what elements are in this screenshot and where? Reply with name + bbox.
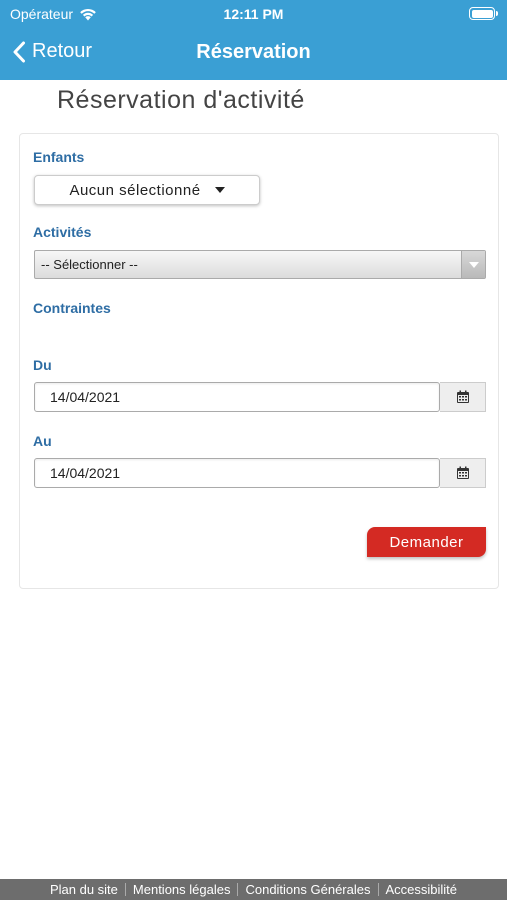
footer-link-legal-notice[interactable]: Mentions légales [126, 882, 238, 897]
battery-icon [469, 7, 498, 20]
children-multiselect[interactable]: Aucun sélectionné [34, 175, 260, 205]
app-screen: Opérateur 12:11 PM Retour Réservation Ré… [0, 0, 507, 900]
footer-links: Plan du site Mentions légales Conditions… [0, 879, 507, 900]
caret-down-icon [468, 261, 479, 268]
footer-link-terms[interactable]: Conditions Générales [238, 882, 377, 897]
activities-label: Activités [33, 224, 92, 240]
header-bar: Opérateur 12:11 PM Retour Réservation [0, 0, 507, 80]
constraints-label: Contraintes [33, 300, 111, 316]
page-title: Réservation d'activité [57, 86, 305, 114]
nav-title: Réservation [196, 41, 311, 63]
children-label: Enfants [33, 149, 85, 165]
activities-selected-value: -- Sélectionner -- [41, 257, 138, 272]
calendar-icon [456, 390, 469, 403]
to-date-label: Au [33, 433, 52, 449]
status-bar: Opérateur 12:11 PM [0, 0, 507, 28]
submit-request-button[interactable]: Demander [367, 527, 486, 557]
activities-select[interactable]: -- Sélectionner -- [34, 250, 486, 279]
from-date-label: Du [33, 357, 52, 373]
caret-down-icon [214, 187, 225, 193]
to-date-input[interactable]: 14/04/2021 [34, 458, 440, 488]
from-date-value: 14/04/2021 [50, 389, 121, 405]
footer-link-accessibility[interactable]: Accessibilité [379, 882, 465, 897]
reservation-form: Enfants Aucun sélectionné Activités -- S… [19, 133, 499, 589]
status-time: 12:11 PM [223, 6, 284, 22]
select-arrow-button[interactable] [461, 251, 485, 278]
navigation-bar: Retour Réservation [0, 28, 507, 80]
to-date-picker-button[interactable] [440, 458, 486, 488]
footer-link-sitemap[interactable]: Plan du site [43, 882, 125, 897]
from-date-input[interactable]: 14/04/2021 [34, 382, 440, 412]
to-date-value: 14/04/2021 [50, 465, 121, 481]
children-selected-value: Aucun sélectionné [69, 181, 201, 199]
calendar-icon [456, 466, 469, 479]
from-date-picker-button[interactable] [440, 382, 486, 412]
